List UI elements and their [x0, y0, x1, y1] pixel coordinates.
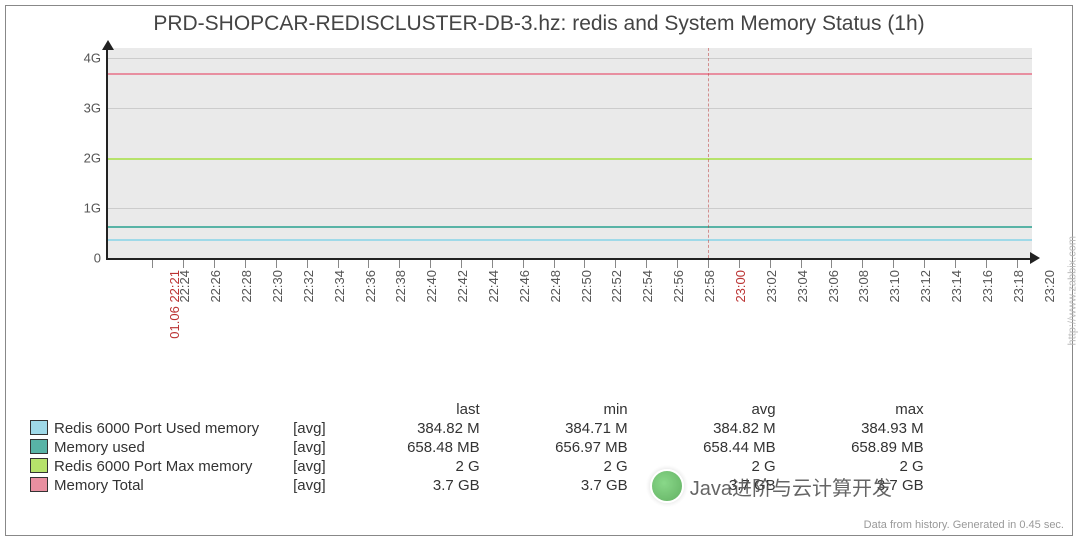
x-tick: [924, 260, 925, 268]
col-min: min: [484, 400, 632, 419]
x-tick: [1017, 260, 1018, 268]
x-tick-label: 23:04: [795, 270, 810, 303]
x-tick: [183, 260, 184, 268]
x-tick-label: 22:50: [579, 270, 594, 303]
x-tick: [554, 260, 555, 268]
x-tick: [986, 260, 987, 268]
chart-title: PRD-SHOPCAR-REDISCLUSTER-DB-3.hz: redis …: [6, 6, 1072, 38]
x-tick: [584, 260, 585, 268]
chart-area: 01G2G3G4G01.06 22:2101.06 23:2122:2422:2…: [36, 38, 1042, 348]
x-tick: [214, 260, 215, 268]
legend-row: Redis 6000 Port Max memory[avg]2 G2 G2 G…: [26, 457, 928, 476]
x-tick-label: 22:38: [393, 270, 408, 303]
x-tick-label: 22:46: [517, 270, 532, 303]
legend-table: last min avg max Redis 6000 Port Used me…: [26, 400, 928, 495]
legend-swatch: [30, 458, 48, 473]
legend-row: Redis 6000 Port Used memory[avg]384.82 M…: [26, 419, 928, 438]
x-tick: [523, 260, 524, 268]
x-tick-label: 22:44: [486, 270, 501, 303]
x-tick: [492, 260, 493, 268]
x-tick-label: 23:08: [856, 270, 871, 303]
gridline: [108, 58, 1032, 59]
x-tick: [461, 260, 462, 268]
x-tick: [708, 260, 709, 268]
gridline: [108, 208, 1032, 209]
col-avg: avg: [632, 400, 780, 419]
legend-row: Memory used[avg]658.48 MB656.97 MB658.44…: [26, 438, 928, 457]
x-tick: [770, 260, 771, 268]
x-tick-label: 22:56: [671, 270, 686, 303]
x-tick-label: 23:00: [733, 270, 748, 303]
y-axis-arrow-icon: [102, 40, 114, 50]
x-tick-label: 23:20: [1042, 270, 1057, 303]
y-tick-label: 2G: [61, 151, 101, 166]
x-tick-label: 22:28: [239, 270, 254, 303]
x-tick: [615, 260, 616, 268]
x-tick-label: 22:32: [301, 270, 316, 303]
x-tick-label: 22:52: [609, 270, 624, 303]
x-tick-label: 23:18: [1011, 270, 1026, 303]
x-tick: [307, 260, 308, 268]
x-major-gridline: [708, 48, 709, 258]
x-tick: [862, 260, 863, 268]
y-tick-label: 0: [61, 251, 101, 266]
x-tick-label: 22:30: [270, 270, 285, 303]
x-tick-label: 22:58: [702, 270, 717, 303]
y-tick-label: 3G: [61, 101, 101, 116]
x-tick: [831, 260, 832, 268]
x-tick-label: 22:54: [640, 270, 655, 303]
x-tick-label: 23:02: [764, 270, 779, 303]
source-url: http://www.zabbix.com: [1066, 236, 1078, 345]
x-tick-label: 23:14: [949, 270, 964, 303]
x-tick: [677, 260, 678, 268]
x-tick-label: 22:42: [455, 270, 470, 303]
x-tick-label: 22:24: [177, 270, 192, 303]
plot-area: [106, 48, 1032, 260]
col-last: last: [336, 400, 484, 419]
x-tick-label: 23:16: [980, 270, 995, 303]
series-line: [108, 239, 1032, 241]
x-tick: [646, 260, 647, 268]
x-tick-label: 22:34: [332, 270, 347, 303]
col-max: max: [780, 400, 928, 419]
x-tick-label: 23:12: [918, 270, 933, 303]
x-tick: [430, 260, 431, 268]
legend-row: Memory Total[avg]3.7 GB3.7 GB3.7 GB3.7 G…: [26, 476, 928, 495]
x-tick: [338, 260, 339, 268]
x-tick: [739, 260, 740, 268]
y-tick-label: 1G: [61, 201, 101, 216]
y-tick-label: 4G: [61, 51, 101, 66]
series-line: [108, 73, 1032, 75]
x-tick: [801, 260, 802, 268]
legend-swatch: [30, 420, 48, 435]
x-tick: [368, 260, 369, 268]
x-tick-label: 23:06: [826, 270, 841, 303]
x-tick-label: 22:48: [548, 270, 563, 303]
series-line: [108, 158, 1032, 160]
chart-panel: PRD-SHOPCAR-REDISCLUSTER-DB-3.hz: redis …: [5, 5, 1073, 536]
legend-swatch: [30, 477, 48, 492]
footer-note: Data from history. Generated in 0.45 sec…: [864, 519, 1064, 531]
legend: last min avg max Redis 6000 Port Used me…: [26, 400, 928, 495]
x-tick-label: 22:26: [208, 270, 223, 303]
x-tick: [399, 260, 400, 268]
x-tick-label: 23:10: [887, 270, 902, 303]
x-tick: [245, 260, 246, 268]
x-tick: [152, 260, 153, 268]
x-tick-label: 22:36: [363, 270, 378, 303]
x-tick: [276, 260, 277, 268]
gridline: [108, 108, 1032, 109]
legend-swatch: [30, 439, 48, 454]
x-axis-arrow-icon: [1030, 252, 1040, 264]
x-tick: [893, 260, 894, 268]
x-tick: [955, 260, 956, 268]
x-tick-label: 22:40: [424, 270, 439, 303]
series-line: [108, 226, 1032, 228]
